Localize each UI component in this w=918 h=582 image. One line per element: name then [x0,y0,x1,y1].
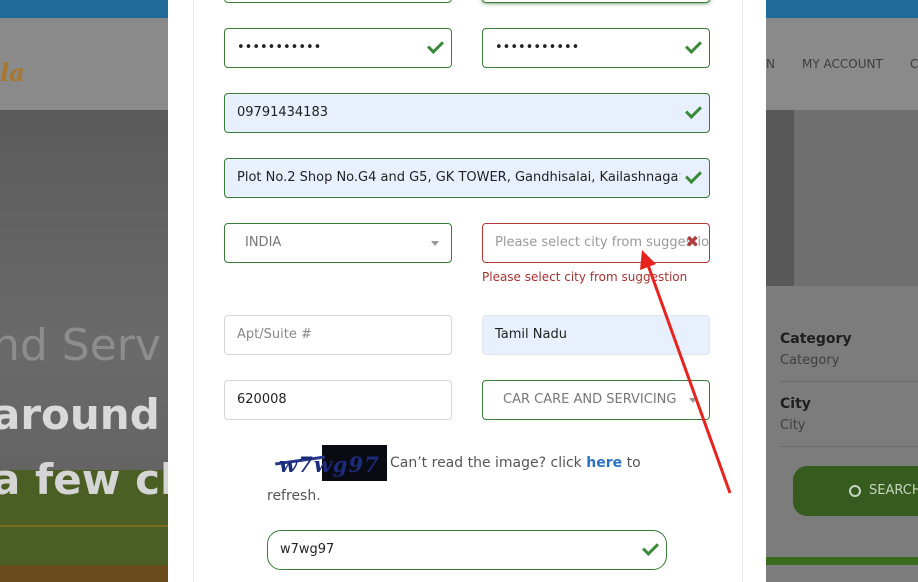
country-select[interactable]: INDIA [224,223,452,263]
check-icon [427,37,444,54]
chevron-down-icon [431,241,439,246]
captcha-refresh-link[interactable]: here [586,455,622,471]
nav-item-partial[interactable]: N [766,57,775,71]
confirm-password-field[interactable]: ••••••••••• [482,28,710,68]
hero-line-3: a few cl [0,455,168,504]
site-logo: la [0,58,25,87]
search-icon [849,485,861,497]
filter-city-input[interactable]: City [780,418,805,433]
previous-field-left[interactable] [224,0,452,3]
green-bar [766,557,918,565]
chevron-down-icon [689,398,697,403]
password-field[interactable]: ••••••••••• [224,28,452,68]
check-icon [685,167,702,184]
confirm-password-value: ••••••••••• [495,40,580,55]
state-input[interactable]: Tamil Nadu [482,315,710,355]
zip-input[interactable]: 620008 [224,380,452,420]
captcha-image: w7wg97 [267,445,387,485]
captcha-input[interactable]: w7wg97 [267,530,667,570]
category-select[interactable]: CAR CARE AND SERVICING [482,380,710,420]
address-field[interactable]: Plot No.2 Shop No.G4 and G5, GK TOWER, G… [224,158,710,198]
nav-item-my-account[interactable]: MY ACCOUNT [802,57,883,71]
right-panel-image [766,110,794,286]
hero-banner: nd Serv around a few cl [0,110,168,582]
divider [780,381,918,382]
filter-city-title: City [780,396,811,412]
captcha-value: w7wg97 [280,542,335,557]
search-button-label: SEARCH [869,483,918,498]
apt-suite-input[interactable]: Apt/Suite # [224,315,452,355]
filter-category-select[interactable]: Category [780,353,839,368]
check-icon [685,102,702,119]
captcha-help-text: Can’t read the image? click here to [390,455,641,471]
error-x-icon: ✖ [685,232,699,251]
check-icon [685,37,702,54]
apt-placeholder: Apt/Suite # [237,327,312,342]
hero-line-2: around [0,390,160,439]
state-value: Tamil Nadu [495,327,567,342]
zip-value: 620008 [237,392,287,407]
city-placeholder: Please select city from suggestion [495,235,710,250]
captcha-help-text-2: refresh. [267,488,321,504]
city-input[interactable]: Please select city from suggestion ✖ [482,223,710,263]
check-icon [642,539,659,556]
password-value: ••••••••••• [237,40,322,55]
city-error-message: Please select city from suggestion [482,270,688,284]
hero-line-1: nd Serv [0,320,161,371]
filter-category-title: Category [780,331,852,347]
nav-item-partial-right[interactable]: C [910,57,918,71]
search-button[interactable]: SEARCH [793,466,918,516]
country-value: INDIA [245,235,282,250]
divider [780,446,918,447]
category-value: CAR CARE AND SERVICING [503,392,677,407]
address-value: Plot No.2 Shop No.G4 and G5, GK TOWER, G… [237,170,684,185]
phone-field[interactable]: 09791434183 [224,93,710,133]
phone-value: 09791434183 [237,105,328,120]
captcha-image-text: w7wg97 [279,452,380,477]
previous-field-right[interactable] [482,0,710,3]
